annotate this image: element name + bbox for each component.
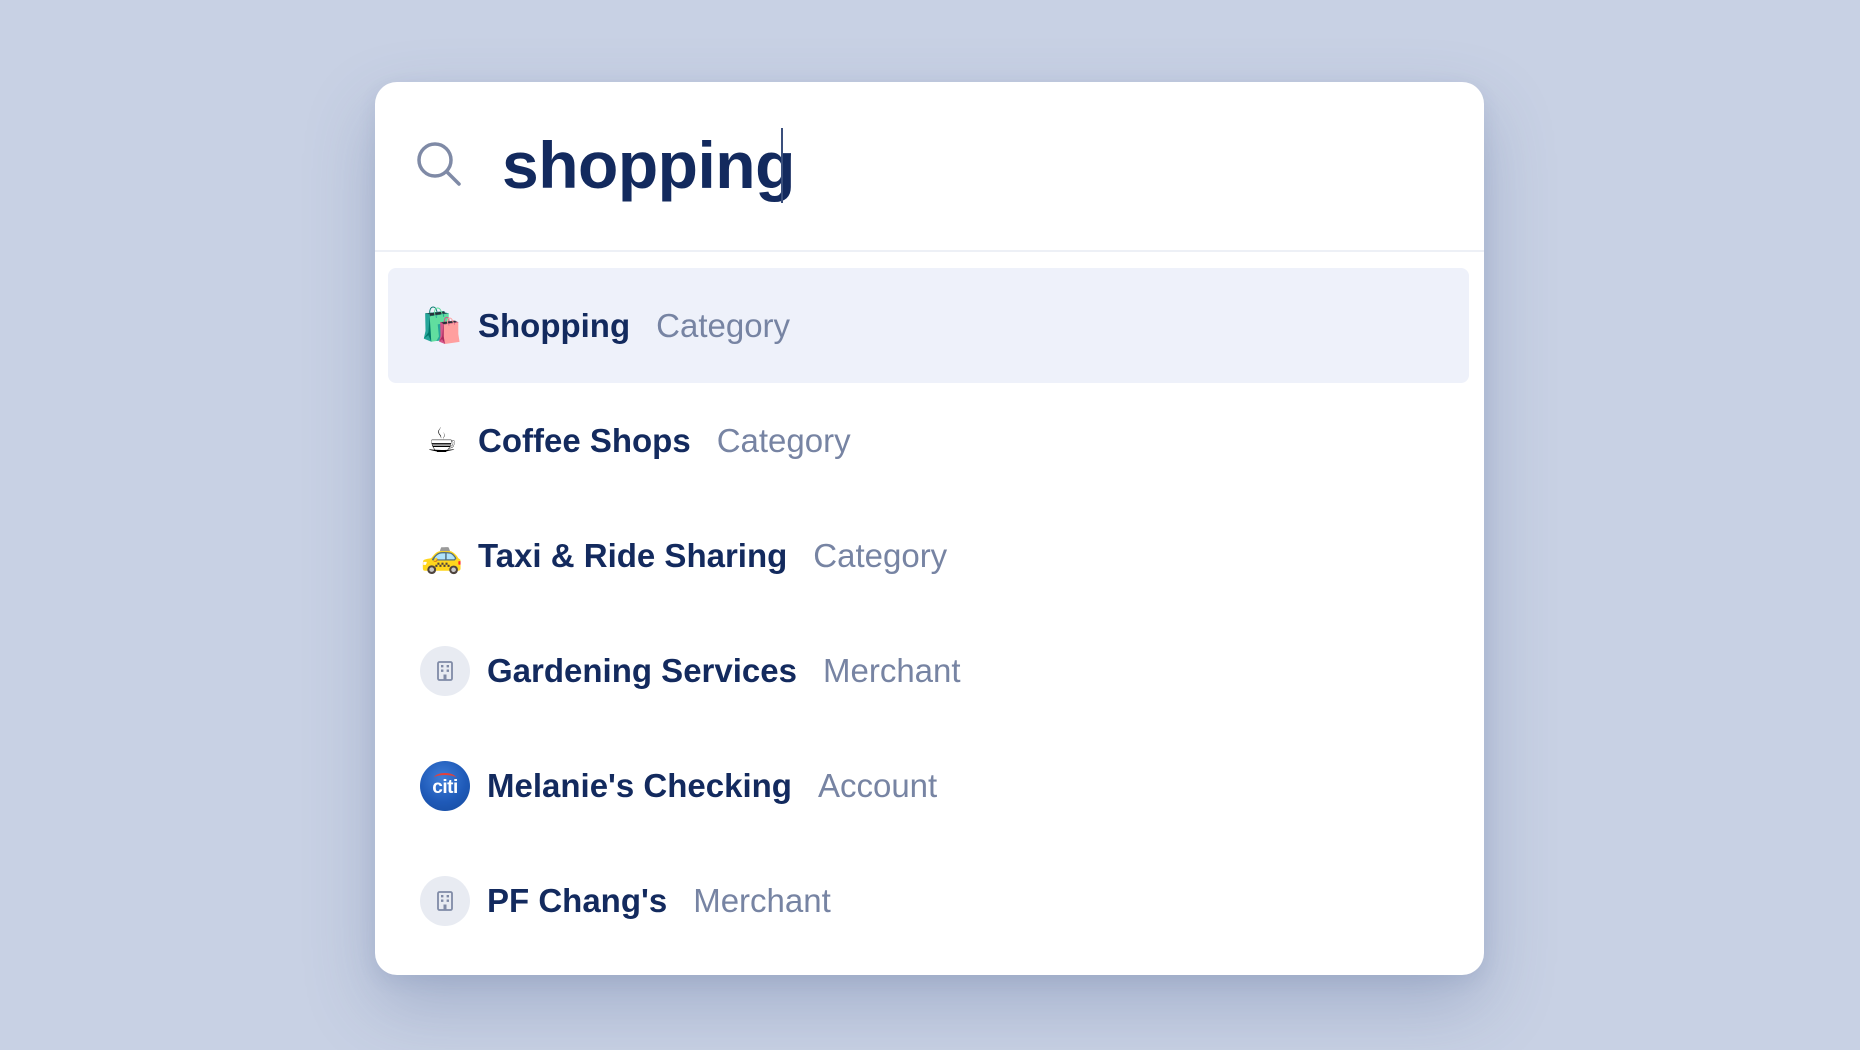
search-input[interactable] — [502, 120, 1402, 210]
result-label: Coffee Shops — [478, 421, 691, 459]
result-type: Merchant — [822, 651, 961, 689]
result-type: Account — [817, 766, 938, 804]
search-panel: 🛍️ Shopping Category ☕ Coffee Shops Cate… — [375, 82, 1484, 975]
result-type: Merchant — [693, 881, 831, 919]
result-item-shopping[interactable]: 🛍️ Shopping Category — [388, 268, 1469, 383]
results-list: 🛍️ Shopping Category ☕ Coffee Shops Cate… — [388, 268, 1469, 958]
taxi-icon: 🚕 — [420, 536, 464, 575]
result-label: Taxi & Ride Sharing — [478, 536, 788, 574]
result-type: Category — [656, 306, 791, 344]
result-item-taxi-ride-sharing[interactable]: 🚕 Taxi & Ride Sharing Category — [388, 498, 1469, 613]
result-label: Shopping — [478, 306, 631, 344]
result-label: PF Chang's — [487, 881, 668, 919]
search-bar — [375, 82, 1484, 252]
result-item-pf-changs[interactable]: PF Chang's Merchant — [388, 843, 1469, 958]
result-label: Melanie's Checking — [487, 766, 792, 804]
result-item-coffee-shops[interactable]: ☕ Coffee Shops Category — [388, 383, 1469, 498]
search-icon — [417, 142, 461, 186]
coffee-cup-icon: ☕ — [426, 421, 458, 460]
text-cursor — [781, 128, 783, 203]
building-icon — [420, 875, 470, 926]
result-item-melanies-checking[interactable]: citi Melanie's Checking Account — [388, 728, 1469, 843]
result-type: Category — [716, 421, 851, 459]
citi-logo-icon: citi — [420, 760, 470, 811]
building-icon — [420, 645, 470, 696]
shopping-bags-icon: 🛍️ — [420, 306, 464, 345]
citi-logo-text: citi — [432, 776, 458, 798]
result-type: Category — [813, 536, 948, 574]
result-label: Gardening Services — [487, 651, 797, 689]
result-item-gardening-services[interactable]: Gardening Services Merchant — [388, 613, 1469, 728]
